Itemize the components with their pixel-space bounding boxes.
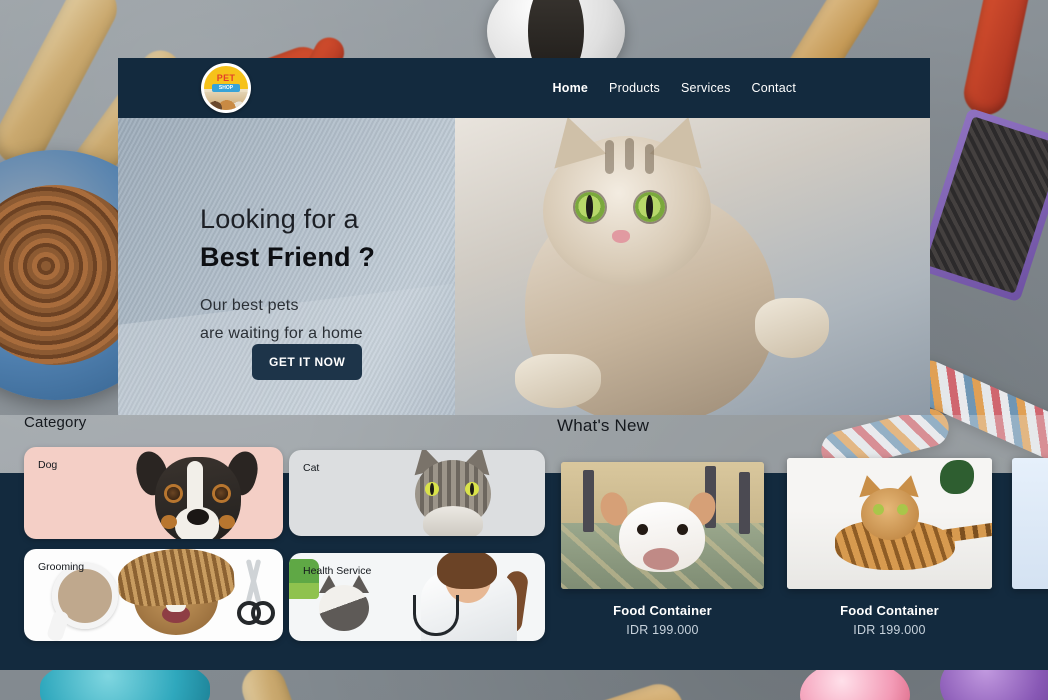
product-image [1012,458,1048,589]
category-card-grooming[interactable]: Grooming [24,549,283,641]
category-card-health-service[interactable]: Health Service [289,553,545,641]
kitten-stripe [625,138,634,170]
cat-eye-right [465,482,479,496]
category-card-dog-art [24,447,283,539]
get-it-now-button[interactable]: GET IT NOW [252,344,363,380]
logo-text-secondary: SHOP [212,84,240,92]
logo-disc: PET SHOP [204,66,248,110]
cat-eye-left [425,482,439,496]
dog-tan-patch [219,515,235,529]
kitten-paw [755,298,829,358]
product-image [561,462,764,589]
hero-headline-line2: Best Friend ? [200,242,376,272]
yorkie-dog-icon [110,549,240,641]
kitten-ear-left [541,118,607,169]
product-image [787,458,992,589]
white-dog-nose [643,548,679,570]
kitten-eye-left [575,192,605,222]
whats-new-section-title: What's New [557,416,650,435]
kitten-stripe [645,144,654,174]
table-leg [583,470,594,532]
hero-banner: Looking for a Best Friend ? Our best pet… [118,118,930,415]
site-header: PET SHOP Home Products Services Contact [118,58,930,118]
veterinarian-icon [365,553,535,641]
magnifier-handle [45,609,71,641]
yorkie-hair [116,549,236,608]
stethoscope-icon [413,595,459,636]
bengal-cat-eye-right [897,504,908,515]
product-card[interactable]: Food Container IDR 199.000 [561,462,764,637]
hero-kitten-image [455,118,930,415]
nav-item-services[interactable]: Services [681,81,731,95]
scissor-ring-right [251,601,275,625]
bengal-cat-eye-left [873,504,884,515]
product-name: Food Container [613,603,712,618]
kitten-stripe [605,140,614,174]
table-leg [739,472,750,534]
category-card-dog[interactable]: Dog [24,447,283,539]
hero-copy: Looking for a Best Friend ? Our best pet… [200,200,375,348]
product-name: Food Container [840,603,939,618]
webpage-root: PET SHOP Home Products Services Contact [0,0,1048,700]
kitten-nose [612,230,630,243]
yorkie-mouth [162,605,190,623]
patient-cat-head [319,585,369,631]
nav-item-contact[interactable]: Contact [752,81,796,95]
dog-tan-patch [161,515,177,529]
logo-text-primary: PET [216,73,236,83]
vet-hair [437,553,497,589]
kitten-eye-right [635,192,665,222]
product-card[interactable] [1012,458,1048,603]
cat-chest [423,506,483,536]
kitten-paw [515,354,601,408]
scissors-icon [233,559,279,629]
nav-item-home[interactable]: Home [553,81,589,95]
brand-logo-icon[interactable]: PET SHOP [201,63,251,113]
logo-animals-art [204,92,248,110]
product-price: IDR 199.000 [853,623,926,637]
bengal-cat-icon [835,472,992,574]
cat-face-icon [393,450,511,536]
white-dog-eye-right [677,524,688,535]
category-card-dog-label: Dog [38,459,58,471]
bengal-cat-head [861,488,919,540]
product-card[interactable]: Food Container IDR 199.000 [787,458,992,637]
product-price: IDR 199.000 [626,623,699,637]
dog-nose [187,509,209,525]
dog-eye-right [215,487,228,500]
patient-cat-icon [313,575,375,639]
hero-headline-line1: Looking for a [200,204,359,234]
category-card-cat[interactable]: Cat [289,450,545,536]
category-card-cat-art [289,450,545,536]
category-card-health-label: Health Service [303,565,372,577]
category-section-title: Category [24,414,87,431]
category-card-grooming-label: Grooming [38,561,85,573]
main-navigation: Home Products Services Contact [553,81,796,95]
white-dog-eye-left [637,524,648,535]
category-card-cat-label: Cat [303,462,320,474]
dog-eye-left [167,487,180,500]
nav-item-products[interactable]: Products [609,81,660,95]
dog-face-icon [131,447,263,539]
hero-subline-1: Our best pets [200,297,299,314]
